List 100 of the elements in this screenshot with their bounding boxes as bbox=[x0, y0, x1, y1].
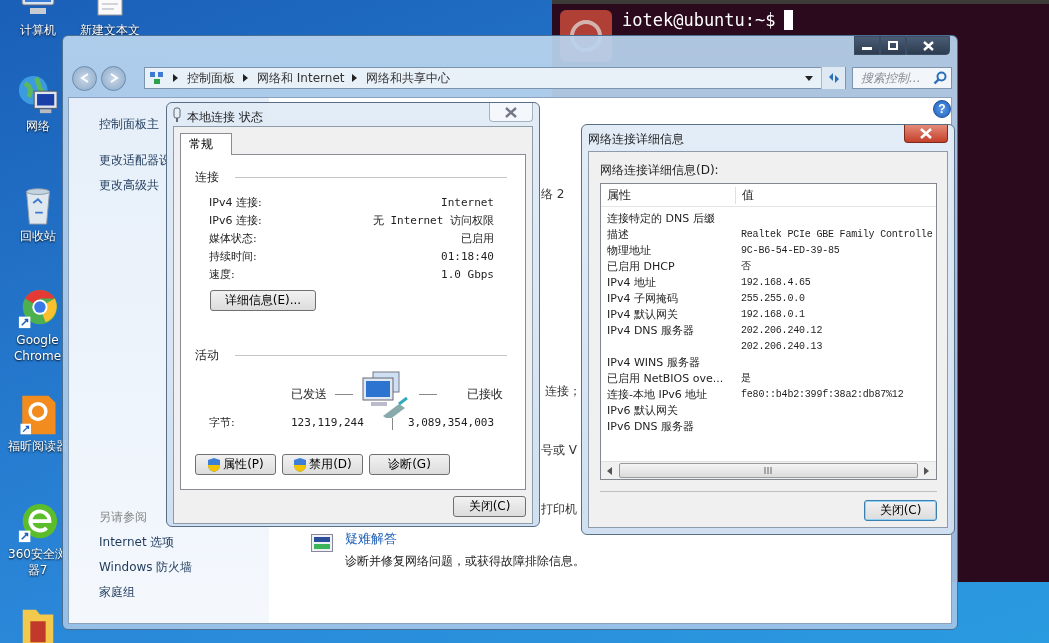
icon-label[interactable]: 360安全浏 器7 bbox=[8, 546, 67, 578]
received-bytes: 3,089,354,003 bbox=[407, 415, 494, 429]
icon-label[interactable]: 新建文本文 bbox=[79, 22, 140, 38]
terminal-prompt: iotek@ubuntu:~$ bbox=[622, 10, 776, 30]
control-panel-icon bbox=[149, 70, 165, 86]
property-cell: IPv6 DNS 服务器 bbox=[607, 419, 695, 433]
section-heading: 另请参阅 bbox=[99, 509, 147, 526]
search-field[interactable]: 搜索控制... bbox=[852, 67, 952, 89]
sent-bytes: 123,119,244 bbox=[291, 415, 364, 429]
action-button[interactable]: 诊断(G) bbox=[369, 454, 450, 475]
breadcrumb-link[interactable]: 网络和 Internet bbox=[257, 69, 345, 87]
grip-icon bbox=[764, 467, 773, 474]
partial-text: 打印机， bbox=[541, 501, 589, 518]
maximize-icon bbox=[888, 41, 898, 50]
value-cell: fe80::b4b2:399f:38a2:db87%12 bbox=[741, 388, 904, 400]
tab[interactable]: 常规 bbox=[180, 133, 232, 155]
property-cell: 连接特定的 DNS 后缀 bbox=[607, 211, 715, 225]
property-cell: IPv4 DNS 服务器 bbox=[607, 323, 695, 337]
forward-button[interactable] bbox=[101, 65, 126, 91]
scroll-right-icon[interactable] bbox=[924, 466, 930, 475]
address-bar[interactable]: 控制面板 网络和 Internet 网络和共享中心 bbox=[144, 67, 846, 89]
property-cell: IPv4 WINS 服务器 bbox=[607, 355, 700, 369]
property-cell: 连接-本地 IPv6 地址 bbox=[607, 387, 708, 401]
task-link[interactable]: 控制面板主 bbox=[99, 112, 159, 137]
help-button[interactable]: ? bbox=[933, 100, 951, 118]
field-value: Internet bbox=[441, 195, 494, 209]
value-cell: 192.168.0.1 bbox=[741, 308, 805, 320]
value-cell: 202.206.240.12 bbox=[741, 324, 823, 336]
field-label: IPv4 连接: bbox=[209, 194, 262, 210]
field-value: 01:18:40 bbox=[441, 249, 494, 263]
sent-label: 已发送 bbox=[291, 385, 327, 403]
group-heading: 活动 bbox=[195, 347, 219, 364]
troubleshoot-link[interactable]: 疑难解答 bbox=[345, 530, 585, 548]
search-icon bbox=[933, 71, 947, 85]
property-cell: IPv4 子网掩码 bbox=[607, 291, 678, 305]
close-button[interactable] bbox=[904, 125, 948, 143]
details-button[interactable]: 详细信息(E)... bbox=[210, 290, 316, 311]
field-label: 媒体状态: bbox=[209, 230, 257, 246]
property-cell: 描述 bbox=[607, 227, 629, 241]
value-cell: Realtek PCIe GBE Family Controlle bbox=[741, 228, 933, 240]
property-cell: 已启用 NetBIOS ove... bbox=[607, 371, 724, 385]
property-cell: 已启用 DHCP bbox=[607, 259, 675, 273]
action-button[interactable]: 禁用(D) bbox=[282, 454, 363, 475]
horizontal-scrollbar[interactable] bbox=[601, 461, 936, 479]
property-cell: 物理地址 bbox=[607, 243, 651, 257]
text-cursor bbox=[783, 10, 793, 30]
breadcrumb-link[interactable]: 网络和共享中心 bbox=[366, 69, 451, 87]
column-header[interactable]: 值 bbox=[736, 186, 936, 204]
close-icon bbox=[922, 40, 934, 51]
value-cell: 9C-B6-54-ED-39-85 bbox=[741, 244, 840, 256]
see-also-link[interactable]: Internet 选项 bbox=[99, 530, 175, 555]
breadcrumb-link[interactable]: 控制面板 bbox=[187, 69, 235, 87]
property-cell: IPv4 地址 bbox=[607, 275, 656, 289]
maximize-button[interactable] bbox=[880, 36, 906, 55]
close-button[interactable]: 关闭(C) bbox=[453, 496, 526, 517]
see-also-link[interactable]: Windows 防火墙 bbox=[99, 555, 193, 580]
value-cell: 255.255.0.0 bbox=[741, 292, 805, 304]
close-button[interactable]: 关闭(C) bbox=[864, 500, 937, 521]
minimize-button[interactable] bbox=[854, 36, 880, 55]
field-value: 已启用 bbox=[461, 230, 494, 246]
dialog-title: 本地连接 状态 bbox=[187, 109, 263, 126]
field-label: IPv6 连接: bbox=[209, 212, 262, 228]
icon-label[interactable]: 回收站 bbox=[19, 228, 56, 244]
value-cell: 192.168.4.65 bbox=[741, 276, 811, 288]
group-heading: 连接 bbox=[195, 169, 219, 186]
refresh-button[interactable] bbox=[821, 67, 845, 89]
dropdown-icon[interactable] bbox=[805, 75, 813, 81]
close-icon bbox=[505, 106, 517, 118]
close-button[interactable] bbox=[906, 36, 950, 55]
field-label: 速度: bbox=[209, 266, 235, 282]
value-cell: 是 bbox=[741, 373, 751, 384]
value-cell: 否 bbox=[741, 261, 751, 272]
close-icon bbox=[920, 128, 932, 139]
scroll-left-icon[interactable] bbox=[607, 466, 613, 475]
field-value: 1.0 Gbps bbox=[441, 267, 494, 281]
icon-label[interactable]: Google Chrome bbox=[13, 332, 62, 364]
bytes-label: 字节: bbox=[209, 414, 236, 430]
property-cell: IPv6 默认网关 bbox=[607, 403, 678, 417]
dialog-title: 网络连接详细信息 bbox=[588, 131, 684, 148]
column-header[interactable]: 属性 bbox=[601, 186, 736, 204]
partial-text: 连接； bbox=[545, 383, 581, 400]
icon-label[interactable]: 网络 bbox=[25, 118, 50, 134]
see-also-link[interactable]: 家庭组 bbox=[99, 580, 135, 605]
value-cell: 202.206.240.13 bbox=[741, 340, 823, 352]
icon-label[interactable]: 计算机 bbox=[19, 22, 56, 38]
action-button[interactable]: 属性(P) bbox=[195, 454, 276, 475]
back-button[interactable] bbox=[72, 65, 97, 91]
received-label: 已接收 bbox=[467, 385, 503, 403]
field-value: 无 Internet 访问权限 bbox=[372, 212, 494, 228]
list-label: 网络连接详细信息(D): bbox=[600, 162, 720, 179]
field-label: 持续时间: bbox=[209, 248, 257, 264]
breadcrumb-arrow-icon bbox=[352, 74, 359, 82]
partial-text: 络 2 bbox=[541, 186, 565, 203]
property-cell: IPv4 默认网关 bbox=[607, 307, 678, 321]
troubleshoot-icon bbox=[311, 534, 333, 552]
scrollbar-thumb[interactable] bbox=[619, 463, 918, 478]
troubleshoot-description: 诊断并修复网络问题，或获得故障排除信息。 bbox=[345, 553, 585, 570]
network-adapter-icon bbox=[173, 107, 181, 123]
task-link[interactable]: 更改高级共 bbox=[99, 173, 159, 198]
breadcrumb-arrow-icon bbox=[243, 74, 249, 82]
